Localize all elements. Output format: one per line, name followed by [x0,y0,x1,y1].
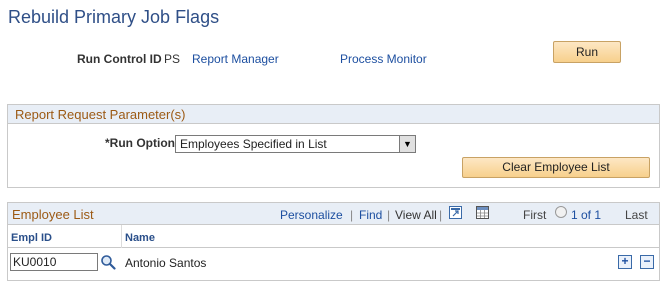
dropdown-arrow-icon[interactable]: ▼ [399,136,415,152]
clear-employee-list-button[interactable]: Clear Employee List [462,157,650,178]
separator: | [350,208,354,222]
last-label: Last [625,208,648,222]
employee-name: Antonio Santos [125,256,207,270]
run-option-value: Employees Specified in List [180,137,327,151]
run-button[interactable]: Run [553,41,621,63]
personalize-link[interactable]: Personalize [280,208,343,222]
lookup-magnifier-icon[interactable] [100,254,116,270]
run-control-label: Run Control ID [77,52,162,66]
page-title: Rebuild Primary Job Flags [8,7,220,27]
employee-list-title: Employee List [12,207,94,222]
view-all-link[interactable]: View All [395,208,437,222]
find-link[interactable]: Find [359,208,382,222]
column-header-name[interactable]: Name [125,232,155,244]
add-row-icon[interactable]: + [618,255,632,269]
separator: | [439,208,443,222]
zoom-grid-icon[interactable] [449,206,462,219]
delete-row-icon[interactable]: − [640,255,654,269]
first-label: First [523,208,547,222]
run-option-label: *Run Option [105,136,175,150]
previous-row-icon [555,206,567,218]
employee-list-grid: Employee List Personalize | Find | View … [7,202,660,281]
download-grid-icon[interactable] [476,206,489,219]
employee-list-header: Employee List Personalize | Find | View … [8,203,659,225]
table-row: KU0010 Antonio Santos + − [8,248,659,278]
run-control-value: PS [164,52,181,66]
column-header-row: Empl ID Name [8,225,659,248]
report-manager-link[interactable]: Report Manager [192,52,279,66]
separator: | [387,208,391,222]
report-parameters-group: Report Request Parameter(s) *Run Option … [7,104,660,188]
column-divider [121,225,122,248]
run-option-select[interactable]: Employees Specified in List ▼ [175,135,416,153]
column-header-empl-id[interactable]: Empl ID [11,232,52,244]
empl-id-input[interactable]: KU0010 [10,253,98,271]
report-parameters-header: Report Request Parameter(s) [8,105,659,124]
row-count: 1 of 1 [571,208,602,222]
process-monitor-link[interactable]: Process Monitor [340,52,427,66]
